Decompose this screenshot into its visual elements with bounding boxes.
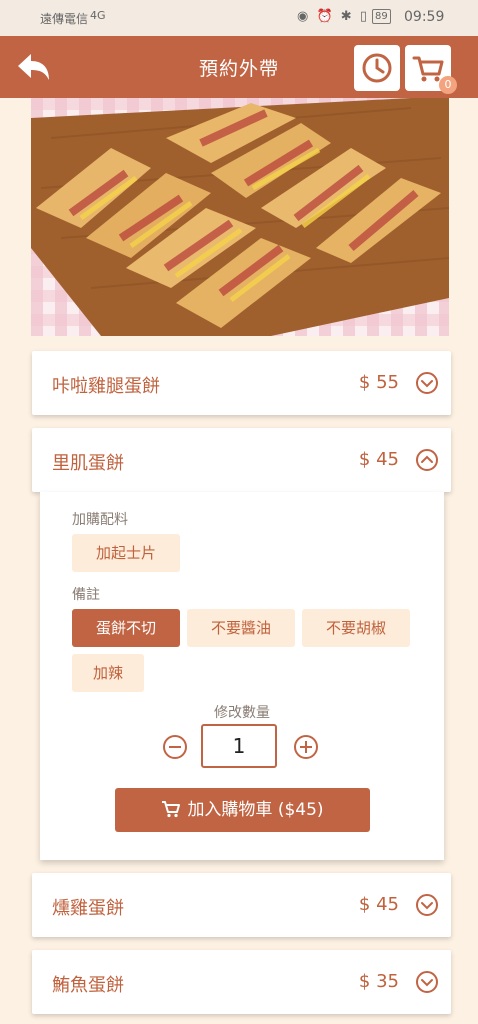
addon-chip-cheese[interactable]: 加起士片: [72, 534, 180, 572]
notes-label: 備註: [72, 587, 100, 603]
menu-item-pork-loin[interactable]: 里肌蛋餅 $ 45: [32, 428, 451, 492]
menu-item-smoked-chicken[interactable]: 燻雞蛋餅 $ 45: [32, 873, 451, 937]
quantity-label: 修改數量: [214, 705, 270, 721]
note-chip-no-soy-sauce[interactable]: 不要醬油: [187, 609, 295, 647]
addons-label: 加購配料: [72, 512, 128, 528]
minus-icon[interactable]: [162, 734, 188, 760]
carrier-name: 遠傳電信: [40, 12, 89, 26]
item-name: 燻雞蛋餅: [52, 898, 124, 919]
status-icons: ◉ ⏰ ✱ ▯: [297, 9, 369, 24]
clock-icon: [362, 53, 392, 83]
network-indicator: 4G: [90, 9, 106, 22]
add-to-cart-label: 加入購物車 ($45): [187, 800, 324, 820]
clock-time: 09:59: [404, 9, 445, 25]
chevron-up-icon[interactable]: [415, 448, 439, 472]
chevron-down-icon[interactable]: [415, 371, 439, 395]
app-header: 預約外帶 0: [0, 36, 478, 98]
menu-item-karaage-chicken[interactable]: 咔啦雞腿蛋餅 $ 55: [32, 351, 451, 415]
note-chip-no-cut[interactable]: 蛋餅不切: [72, 609, 180, 647]
item-options-panel: 加購配料 加起士片 備註 蛋餅不切 不要醬油 不要胡椒 加辣 修改數量 1 加入…: [40, 492, 444, 860]
cart-count-badge: 0: [439, 76, 457, 94]
cart-icon: [162, 801, 181, 818]
status-bar: 遠傳電信 4G ◉ ⏰ ✱ ▯ 89 09:59: [0, 0, 478, 36]
item-price: $ 45: [358, 449, 399, 470]
item-name: 里肌蛋餅: [52, 453, 124, 474]
item-name: 咔啦雞腿蛋餅: [52, 376, 160, 397]
note-chip-no-pepper[interactable]: 不要胡椒: [302, 609, 410, 647]
chevron-down-icon[interactable]: [415, 893, 439, 917]
item-price: $ 45: [358, 894, 399, 915]
plus-icon[interactable]: [293, 734, 319, 760]
chevron-down-icon[interactable]: [415, 970, 439, 994]
item-price: $ 55: [358, 372, 399, 393]
order-history-button[interactable]: [354, 45, 400, 91]
item-price: $ 35: [358, 971, 399, 992]
battery-level: 89: [372, 9, 391, 24]
menu-item-tuna[interactable]: 鮪魚蛋餅 $ 35: [32, 950, 451, 1014]
quantity-input[interactable]: 1: [201, 724, 277, 768]
food-photo: [31, 98, 449, 336]
note-chip-spicy[interactable]: 加辣: [72, 654, 144, 692]
add-to-cart-button[interactable]: 加入購物車 ($45): [115, 788, 370, 832]
egg-pancake-image: [31, 98, 449, 336]
item-name: 鮪魚蛋餅: [52, 975, 124, 996]
